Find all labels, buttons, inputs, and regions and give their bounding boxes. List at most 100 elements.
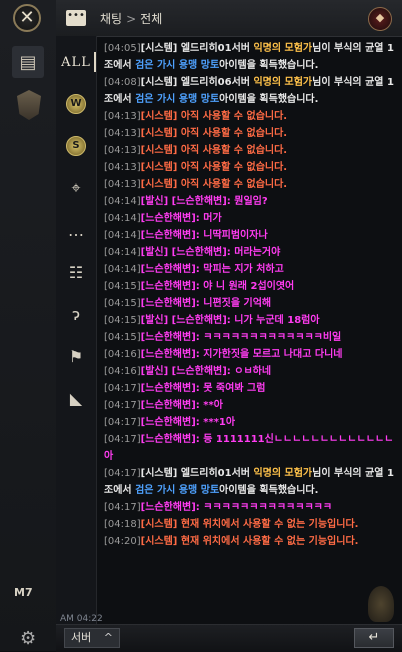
- gear-icon[interactable]: ⚙: [20, 628, 36, 649]
- chat-message[interactable]: [04:14][느슨한해변]: 막피는 지가 처하고: [104, 261, 400, 278]
- item-name[interactable]: 검은 가시 용맹 망토: [135, 485, 219, 496]
- message-timestamp: [04:14]: [104, 213, 141, 224]
- chat-message[interactable]: [04:13][시스템] 아직 사용할 수 없습니다.: [104, 125, 400, 142]
- chat-message[interactable]: [04:20][시스템] 현재 위치에서 사용할 수 없는 기능입니다.: [104, 533, 400, 550]
- chat-message[interactable]: [04:13][시스템] 아직 사용할 수 없습니다.: [104, 142, 400, 159]
- chat-input[interactable]: [126, 628, 340, 650]
- message-text: 아이템을 획득했습니다.: [219, 485, 319, 496]
- guild-crest-icon[interactable]: [17, 90, 41, 120]
- message-text: [느슨한해변]: 야 니 원래 2섭이엿어: [140, 281, 295, 292]
- emblem-icon[interactable]: ◆: [368, 7, 392, 31]
- message-timestamp: [04:15]: [104, 298, 141, 309]
- message-text: [발신] [느슨한해변]: 뭔일임?: [140, 196, 268, 207]
- message-timestamp: [04:16]: [104, 349, 141, 360]
- channel-select-label: 서버: [71, 631, 92, 644]
- chat-message[interactable]: [04:17][느슨한해변]: ㅋㅋㅋㅋㅋㅋㅋㅋㅋㅋㅋㅋㅋㅋ: [104, 499, 400, 516]
- message-timestamp: [04:13]: [104, 111, 141, 122]
- message-timestamp: [04:17]: [104, 383, 141, 394]
- chat-message[interactable]: [04:15][발신] [느슨한해변]: 니가 누군데 18럼아: [104, 312, 400, 329]
- message-timestamp: [04:08]: [104, 77, 141, 88]
- chat-icon[interactable]: ▤: [12, 46, 44, 78]
- item-name[interactable]: 검은 가시 용맹 망토: [135, 94, 219, 105]
- chat-message[interactable]: [04:16][느슨한해변]: 지가한짓을 모르고 나대고 다니네: [104, 346, 400, 363]
- channel-select[interactable]: 서버 ^: [64, 628, 120, 648]
- send-button[interactable]: ↵: [354, 628, 394, 648]
- message-timestamp: [04:05]: [104, 43, 141, 54]
- filter-world-chat-icon[interactable]: W: [62, 90, 90, 118]
- item-name[interactable]: 검은 가시 용맹 망토: [135, 60, 219, 71]
- message-timestamp: [04:14]: [104, 230, 141, 241]
- chat-message[interactable]: [04:15][느슨한해변]: ㅋㅋㅋㅋㅋㅋㅋㅋㅋㅋㅋㅋㅋ비일: [104, 329, 400, 346]
- message-timestamp: [04:18]: [104, 519, 141, 530]
- message-timestamp: [04:14]: [104, 264, 141, 275]
- message-timestamp: [04:13]: [104, 162, 141, 173]
- chat-message[interactable]: [04:15][느슨한해변]: 니편짓을 기억해: [104, 295, 400, 312]
- mode-label[interactable]: M7: [14, 586, 33, 599]
- filter-whisper-ear-icon[interactable]: ɂ: [62, 300, 90, 328]
- chat-message[interactable]: [04:14][발신] [느슨한해변]: 머라는거야: [104, 244, 400, 261]
- filter-party-icon[interactable]: ☷: [62, 258, 90, 286]
- chat-message[interactable]: [04:13][시스템] 아직 사용할 수 없습니다.: [104, 176, 400, 193]
- chat-bubble-icon: •••: [66, 10, 86, 26]
- player-name[interactable]: 익명의 모험가: [253, 77, 312, 88]
- filter-server-chat-icon[interactable]: S: [62, 132, 90, 160]
- message-text: [시스템] 엘드리히01서버: [140, 43, 254, 54]
- filter-all-icon[interactable]: ALL: [61, 48, 96, 76]
- chat-message[interactable]: [04:15][느슨한해변]: 야 니 원래 2섭이엿어: [104, 278, 400, 295]
- message-text: [느슨한해변]: ***1아: [140, 417, 236, 428]
- player-name[interactable]: 익명의 모험가: [253, 468, 312, 479]
- chat-message[interactable]: [04:17][느슨한해변]: 못 죽여봐 그럼: [104, 380, 400, 397]
- filter-speech-bubble-icon[interactable]: …: [62, 216, 90, 244]
- message-timestamp: [04:17]: [104, 434, 141, 445]
- chat-message[interactable]: [04:13][시스템] 아직 사용할 수 없습니다.: [104, 159, 400, 176]
- chat-log[interactable]: [04:05][시스템] 엘드리히01서버 익명의 모험가님이 부식의 균열 1…: [104, 40, 400, 620]
- message-text: 아이템을 획득했습니다.: [219, 94, 319, 105]
- chat-message[interactable]: [04:17][느슨한해변]: ***1아: [104, 414, 400, 431]
- message-timestamp: [04:13]: [104, 179, 141, 190]
- chat-message[interactable]: [04:17][시스템] 엘드리히01서버 익명의 모험가님이 부식의 균열 1…: [104, 465, 400, 499]
- message-text: [시스템] 아직 사용할 수 없습니다.: [140, 179, 288, 190]
- message-text: [시스템] 아직 사용할 수 없습니다.: [140, 128, 288, 139]
- message-timestamp: [04:16]: [104, 366, 141, 377]
- message-text: [느슨한해변]: ㅋㅋㅋㅋㅋㅋㅋㅋㅋㅋㅋㅋㅋㅋ: [140, 502, 333, 513]
- message-text: [시스템] 아직 사용할 수 없습니다.: [140, 111, 288, 122]
- message-text: [발신] [느슨한해변]: ㅇㅂ하네: [140, 366, 272, 377]
- message-timestamp: [04:17]: [104, 468, 141, 479]
- message-text: [시스템] 엘드리히01서버: [140, 468, 254, 479]
- close-icon[interactable]: ✕: [13, 4, 41, 32]
- message-text: [느슨한해변]: ㅋㅋㅋㅋㅋㅋㅋㅋㅋㅋㅋㅋㅋ비일: [140, 332, 342, 343]
- chat-message[interactable]: [04:16][발신] [느슨한해변]: ㅇㅂ하네: [104, 363, 400, 380]
- world-chat-icon: W: [66, 94, 86, 114]
- breadcrumb-tab[interactable]: 채팅: [100, 12, 122, 26]
- filter-megaphone-icon[interactable]: ◣: [62, 384, 90, 412]
- server-chat-icon: S: [66, 136, 86, 156]
- player-name[interactable]: 익명의 모험가: [253, 43, 312, 54]
- chat-message[interactable]: [04:14][느슨한해변]: 머가: [104, 210, 400, 227]
- message-text: [느슨한해변]: **아: [140, 400, 223, 411]
- message-timestamp: [04:14]: [104, 247, 141, 258]
- megaphone-icon: ◣: [69, 388, 83, 408]
- message-timestamp: [04:15]: [104, 332, 141, 343]
- chat-message[interactable]: [04:05][시스템] 엘드리히01서버 익명의 모험가님이 부식의 균열 1…: [104, 40, 400, 74]
- party-icon: ☷: [68, 262, 84, 282]
- message-text: [느슨한해변]: 니딱피범이자나: [140, 230, 268, 241]
- message-text: [느슨한해변]: 지가한짓을 모르고 나대고 다니네: [140, 349, 343, 360]
- filter-guild-banner-icon[interactable]: ⚑: [62, 342, 90, 370]
- breadcrumb-channel[interactable]: 전체: [140, 12, 162, 26]
- filter-location-pin-icon[interactable]: ⌖: [62, 174, 90, 202]
- chat-message[interactable]: [04:18][시스템] 현재 위치에서 사용할 수 없는 기능입니다.: [104, 516, 400, 533]
- message-text: [느슨한해변]: 등 1111111신ㄴㄴㄴㄴㄴㄴㄴㄴㄴㄴㄴㄴㄴ아: [104, 434, 394, 462]
- message-text: [시스템] 아직 사용할 수 없습니다.: [140, 145, 288, 156]
- message-text: [발신] [느슨한해변]: 머라는거야: [140, 247, 281, 258]
- message-text: [발신] [느슨한해변]: 니가 누군데 18럼아: [140, 315, 320, 326]
- message-timestamp: [04:13]: [104, 145, 141, 156]
- chat-message[interactable]: [04:14][발신] [느슨한해변]: 뭔일임?: [104, 193, 400, 210]
- chat-message[interactable]: [04:17][느슨한해변]: **아: [104, 397, 400, 414]
- message-text: [느슨한해변]: 머가: [140, 213, 222, 224]
- chat-message[interactable]: [04:14][느슨한해변]: 니딱피범이자나: [104, 227, 400, 244]
- chat-message[interactable]: [04:08][시스템] 엘드리히06서버 익명의 모험가님이 부식의 균열 1…: [104, 74, 400, 108]
- message-timestamp: [04:20]: [104, 536, 141, 547]
- message-text: [시스템] 엘드리히06서버: [140, 77, 254, 88]
- chat-message[interactable]: [04:13][시스템] 아직 사용할 수 없습니다.: [104, 108, 400, 125]
- chat-message[interactable]: [04:17][느슨한해변]: 등 1111111신ㄴㄴㄴㄴㄴㄴㄴㄴㄴㄴㄴㄴㄴ아: [104, 431, 400, 465]
